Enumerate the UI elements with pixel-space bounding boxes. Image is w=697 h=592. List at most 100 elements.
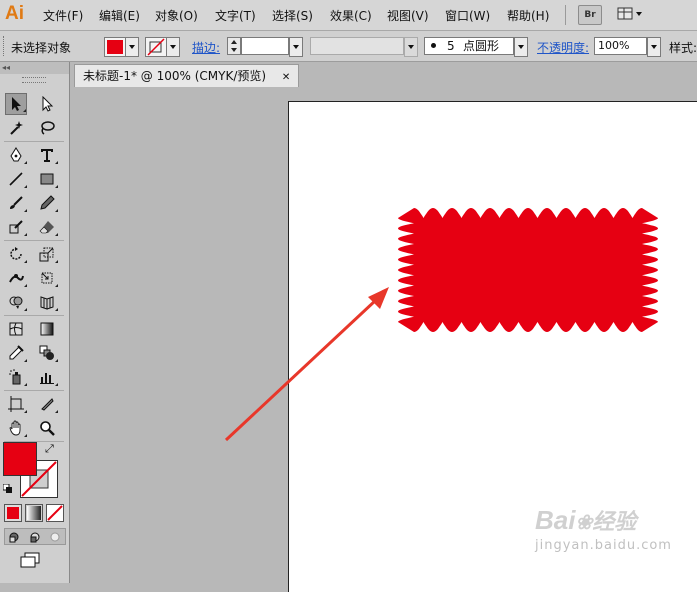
direct-selection-arrow-icon [42,96,54,112]
line-segment-tool[interactable] [5,168,27,190]
opacity-input[interactable]: 100% [594,37,647,55]
scale-tool[interactable] [36,243,58,265]
workspace-switcher[interactable] [616,5,646,23]
blend-icon [39,345,54,360]
toolbox-header[interactable]: ◂◂ [0,62,69,74]
menu-edit[interactable]: 编辑(E) [99,7,140,24]
fill-dropdown[interactable] [125,37,139,57]
menu-divider [565,5,566,25]
watermark-brand-suffix: 经验 [592,509,637,534]
menu-view[interactable]: 视图(V) [387,7,429,24]
stroke-color-swatch[interactable] [145,37,167,57]
artboard-tool[interactable] [5,393,27,415]
app-logo: Ai [5,3,24,24]
variable-width-profile[interactable] [310,37,404,55]
profile-dropdown[interactable] [404,37,418,57]
perspective-grid-tool[interactable] [36,291,58,313]
menu-select[interactable]: 选择(S) [272,7,313,24]
free-transform-tool[interactable] [36,267,58,289]
blend-tool[interactable] [36,342,58,364]
tool-separator [4,141,64,142]
screen-mode-icon [20,552,40,568]
toolbox-grip[interactable] [22,77,46,83]
menu-file[interactable]: 文件(F) [43,7,83,24]
shape-builder-icon [9,296,23,309]
bridge-button[interactable]: Br [578,5,602,25]
brush-dropdown[interactable] [514,37,528,57]
control-bar-grip[interactable] [3,36,6,56]
pen-nib-icon [10,147,22,162]
column-graph-tool[interactable] [36,366,58,388]
direct-selection-tool[interactable] [36,93,58,115]
eraser-tool[interactable] [36,216,58,238]
artboard-icon [8,396,24,412]
eyedropper-icon [9,345,24,360]
eyedropper-tool[interactable] [5,342,27,364]
tool-separator [4,315,64,316]
color-mode-button[interactable] [4,504,22,522]
fill-color-box[interactable] [3,442,37,476]
none-mode-button[interactable] [46,504,64,522]
stroke-weight-dropdown[interactable] [289,37,303,57]
document-tab[interactable]: 未标题-1* @ 100% (CMYK/预览) ✕ [74,64,300,87]
tool-separator [4,390,64,391]
blob-brush-tool[interactable] [5,216,27,238]
paintbrush-tool[interactable] [5,192,27,214]
fill-color-chip [107,40,123,54]
rotate-icon [10,247,22,260]
drawing-mode-icons[interactable] [5,529,65,544]
tool-separator [4,240,64,241]
slice-tool[interactable] [36,393,58,415]
menu-window[interactable]: 窗口(W) [445,7,490,24]
menu-type[interactable]: 文字(T) [215,7,256,24]
column-graph-icon [40,373,54,384]
scale-icon [39,247,54,262]
selection-tool[interactable] [5,93,27,115]
default-fill-stroke-button[interactable] [2,483,13,493]
watermark-brand: Bai [535,505,576,535]
gradient-tool[interactable] [36,318,58,340]
mesh-tool[interactable] [5,318,27,340]
pen-tool[interactable] [5,144,27,166]
selection-status: 未选择对象 [11,41,72,55]
stroke-weight-input[interactable] [241,37,289,55]
width-tool[interactable] [5,267,27,289]
lasso-tool[interactable] [36,117,58,139]
type-t-icon [41,149,53,162]
menu-help[interactable]: 帮助(H) [507,7,549,24]
gradient-swatch-icon [27,506,41,520]
stroke-dropdown[interactable] [166,37,180,57]
stroke-weight-spinner[interactable] [227,37,241,55]
paintbrush-icon [10,196,23,209]
rectangle-tool[interactable] [36,168,58,190]
swap-fill-stroke-icon[interactable]: ⤢ [45,442,54,456]
menu-object[interactable]: 对象(O) [155,7,198,24]
brush-size: 5 [447,39,455,53]
hand-tool[interactable] [5,417,27,439]
brush-definition-field[interactable]: 5 点圆形 [424,37,514,55]
magic-wand-tool[interactable] [5,117,27,139]
stroke-none-icon [147,38,165,56]
shape-builder-tool[interactable] [5,291,27,313]
menu-effect[interactable]: 效果(C) [330,7,372,24]
document-tab-title: 未标题-1* @ 100% (CMYK/预览) [83,69,267,83]
type-tool[interactable] [36,144,58,166]
toolbox: ◂◂ ⤢ [0,62,70,583]
change-screen-mode-button[interactable] [20,552,42,568]
pencil-icon [40,195,55,210]
zoom-tool[interactable] [36,417,58,439]
opacity-dropdown[interactable] [647,37,661,57]
close-icon[interactable]: ✕ [282,72,290,83]
gradient-icon [40,322,54,336]
selection-arrow-icon [12,97,21,111]
symbol-sprayer-tool[interactable] [5,366,27,388]
opacity-link[interactable]: 不透明度: [537,39,589,56]
gradient-mode-button[interactable] [25,504,43,522]
collapse-icon[interactable]: ◂◂ [2,63,10,72]
stroke-panel-link[interactable]: 描边: [192,39,220,56]
fill-color-swatch[interactable] [104,37,126,57]
lasso-icon [41,121,55,135]
rotate-tool[interactable] [5,243,27,265]
blob-brush-icon [9,220,23,234]
pencil-tool[interactable] [36,192,58,214]
